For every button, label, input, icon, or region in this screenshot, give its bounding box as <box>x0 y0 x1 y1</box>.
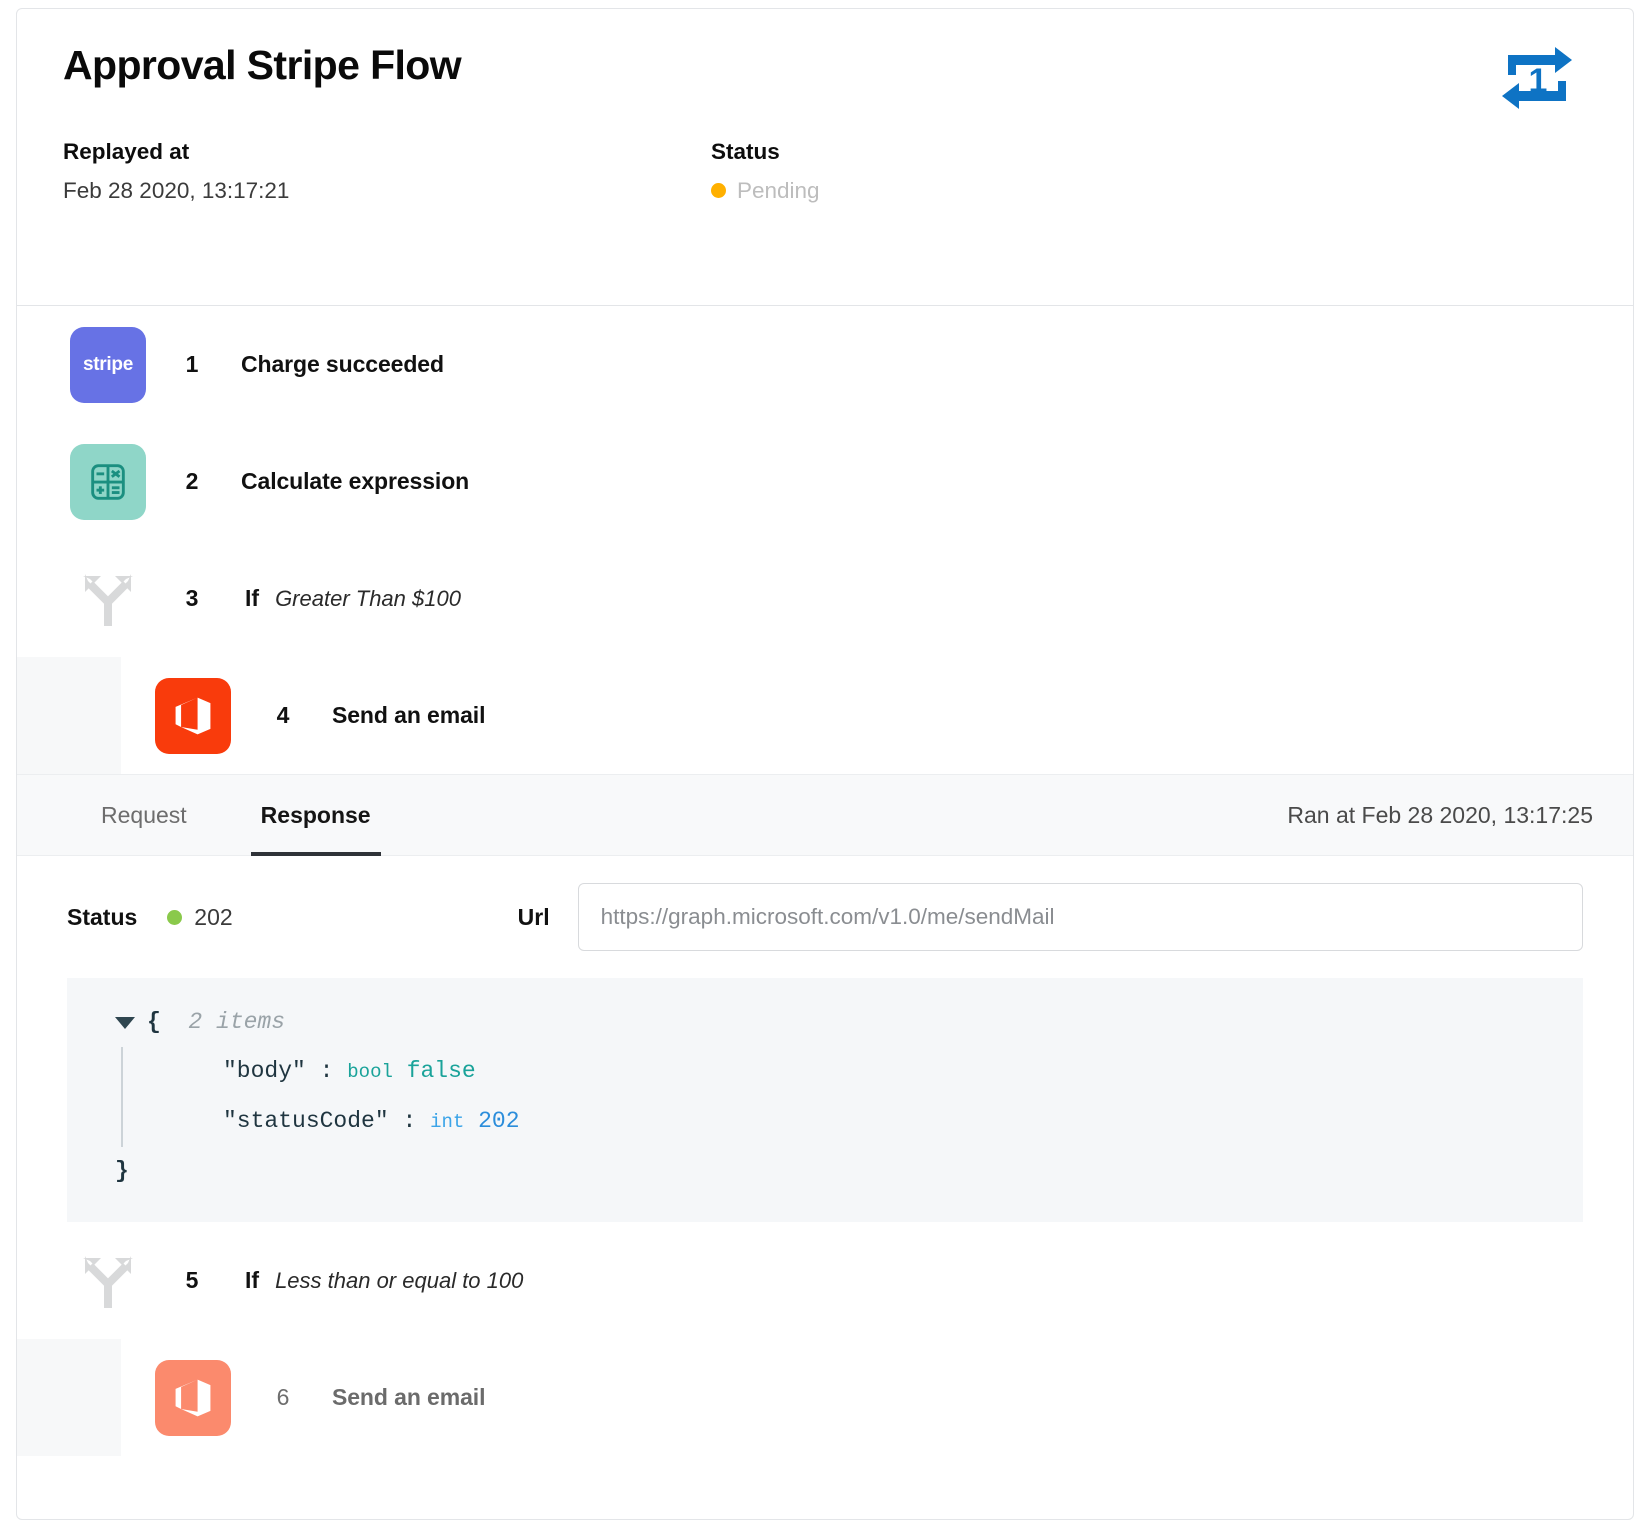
replayed-at-label: Replayed at <box>63 139 190 165</box>
stripe-icon: stripe <box>70 326 146 403</box>
status-url-row: Status 202 Url <box>67 856 1583 978</box>
json-row: "statusCode" : int 202 <box>223 1097 1583 1147</box>
step-title: Charge succeeded <box>241 351 444 377</box>
status-label: Status <box>711 139 780 165</box>
step-row[interactable]: 4 Send an email <box>17 657 1633 774</box>
branch-fork-icon <box>83 573 133 626</box>
step-if-keyword: If <box>245 585 260 611</box>
step-row[interactable]: 5 If Less than or equal to 100 <box>17 1222 1633 1339</box>
chevron-down-icon[interactable] <box>115 1016 135 1029</box>
json-viewer-wrap: { 2 items "body" : bool false "statusCod… <box>17 978 1633 1222</box>
page-title: Approval Stripe Flow <box>63 42 462 88</box>
step-row[interactable]: stripe 1 Charge succeeded <box>17 306 1633 423</box>
steps-list: stripe 1 Charge succeeded 2 Calculate ex… <box>17 306 1633 1456</box>
step-number: 2 <box>185 468 199 494</box>
run-card: Approval Stripe Flow Replayed at Feb 28 … <box>16 8 1634 1520</box>
step-if-condition: Greater Than $100 <box>275 585 461 611</box>
json-open-brace: { <box>147 1009 161 1035</box>
step-number: 6 <box>276 1384 290 1410</box>
tab-request[interactable]: Request <box>95 774 193 856</box>
step-title: Send an email <box>332 1384 486 1410</box>
response-status-label: Status <box>67 903 138 930</box>
json-value: 202 <box>478 1108 520 1134</box>
status-text: Pending <box>737 178 820 204</box>
svg-text:1: 1 <box>1529 62 1548 100</box>
json-indent-guide: "body" : bool false "statusCode" : int 2… <box>121 1047 1583 1147</box>
json-key: "body" <box>223 1058 306 1084</box>
status-badge: Pending <box>711 177 820 204</box>
step-number: 5 <box>185 1267 199 1293</box>
json-rows: "body" : bool false "statusCode" : int 2… <box>67 1047 1583 1147</box>
url-label: Url <box>517 903 550 930</box>
step-if-condition: Less than or equal to 100 <box>275 1267 524 1293</box>
json-items-count: 2 items <box>188 1009 286 1035</box>
json-root-line[interactable]: { 2 items <box>67 998 1583 1047</box>
replayed-at-block: Replayed at Feb 28 2020, 13:17:21 <box>63 138 711 204</box>
step-row[interactable]: 2 Calculate expression <box>17 423 1633 540</box>
flow-run-detail-page: Approval Stripe Flow Replayed at Feb 28 … <box>0 0 1650 1528</box>
step-detail-panel: Request Response Ran at Feb 28 2020, 13:… <box>17 774 1633 1222</box>
detail-tabs: Request Response Ran at Feb 28 2020, 13:… <box>17 774 1633 856</box>
json-key: "statusCode" <box>223 1108 389 1134</box>
step-number: 1 <box>185 351 199 377</box>
json-viewer: { 2 items "body" : bool false "statusCod… <box>67 978 1583 1222</box>
step-icon-slot <box>69 1242 147 1320</box>
step-icon-slot <box>154 1359 232 1437</box>
status-dot-icon <box>711 183 726 199</box>
replayed-at-value: Feb 28 2020, 13:17:21 <box>63 178 290 204</box>
response-status-dot-icon <box>167 909 183 925</box>
response-body: Status 202 Url <box>17 856 1633 978</box>
step-icon-slot: stripe <box>69 326 147 404</box>
step-number: 3 <box>185 585 199 611</box>
json-colon: : <box>319 1058 334 1084</box>
run-header: Approval Stripe Flow Replayed at Feb 28 … <box>17 9 1633 306</box>
status-block: Status Pending <box>711 138 820 204</box>
ran-at-text: Ran at Feb 28 2020, 13:17:25 <box>1287 801 1593 828</box>
json-value: false <box>406 1058 476 1084</box>
replay-once-icon[interactable]: 1 <box>1498 39 1576 117</box>
step-number: 4 <box>276 702 290 728</box>
step-row[interactable]: 3 If Greater Than $100 <box>17 540 1633 657</box>
tab-response[interactable]: Response <box>250 774 381 856</box>
branch-fork-icon <box>83 1255 133 1308</box>
step-title: Calculate expression <box>241 468 470 494</box>
step-if-keyword: If <box>245 1267 260 1293</box>
stripe-icon-label: stripe <box>83 353 133 375</box>
json-close-brace: } <box>115 1158 129 1184</box>
response-status-code: 202 <box>194 903 233 930</box>
step-row[interactable]: 6 Send an email <box>17 1339 1633 1456</box>
json-colon: : <box>402 1108 417 1134</box>
json-type: bool <box>347 1061 393 1083</box>
step-icon-slot <box>69 443 147 521</box>
url-input[interactable] <box>577 883 1583 951</box>
response-status-badge: 202 <box>167 903 233 931</box>
office365-icon <box>155 1359 231 1436</box>
step-title: Send an email <box>332 702 486 728</box>
run-meta-row: Replayed at Feb 28 2020, 13:17:21 Status… <box>63 138 1593 204</box>
step-icon-slot <box>69 560 147 638</box>
calculator-icon <box>70 443 146 520</box>
json-type: int <box>430 1111 465 1133</box>
json-row: "body" : bool false <box>223 1047 1583 1097</box>
step-icon-slot <box>154 677 232 755</box>
office365-icon <box>155 677 231 754</box>
